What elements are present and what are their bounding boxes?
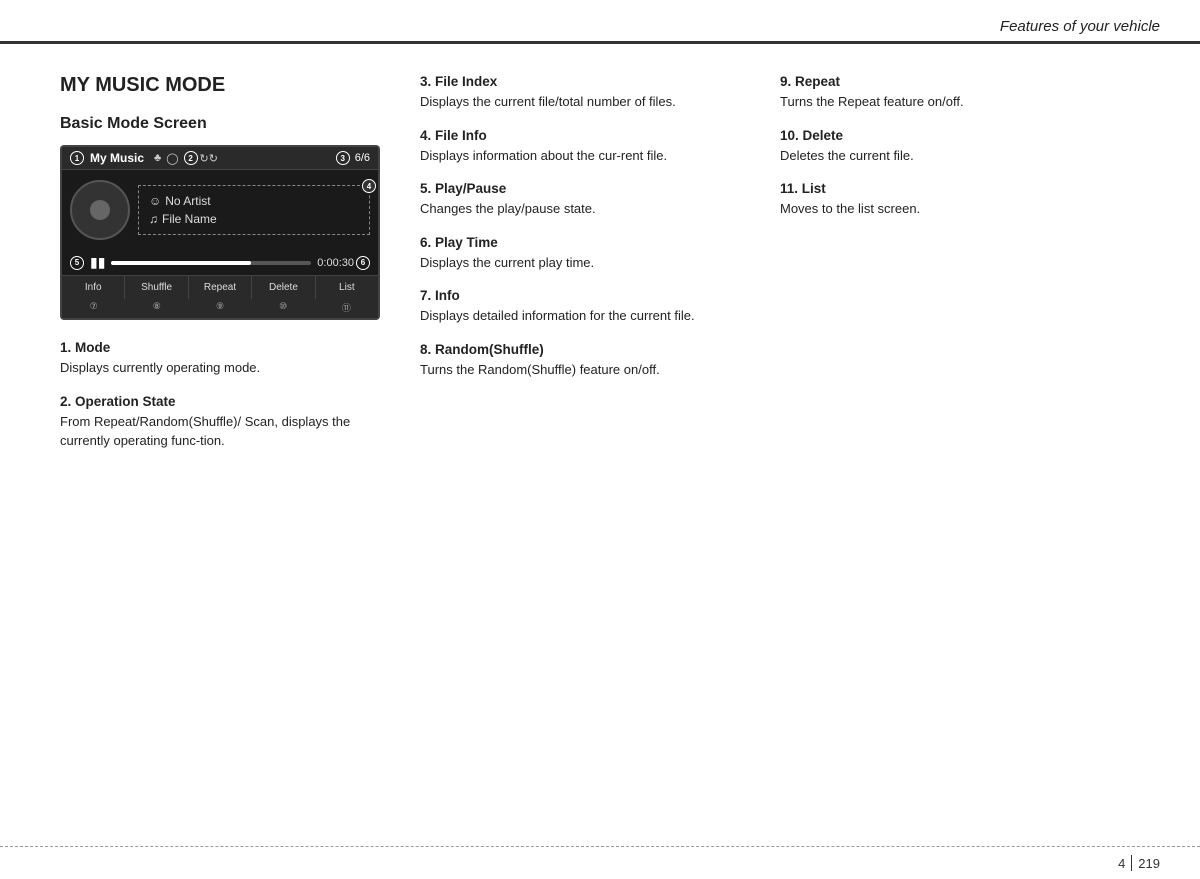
num1-badge: 1 [70,151,84,165]
desc-2: 2. Operation State From Repeat/Random(Sh… [60,394,390,451]
sub-title: Basic Mode Screen [60,115,390,133]
desc-7-text: Displays detailed information for the cu… [420,306,760,326]
desc-1-title: 1. Mode [60,340,390,355]
bluetooth-icon: ♣ [154,152,161,164]
album-art-inner [90,200,110,220]
mid-column: 3. File Index Displays the current file/… [420,74,780,467]
page-number: 4 219 [1118,855,1160,871]
artist-text: No Artist [165,194,210,208]
desc-7-title: 7. Info [420,288,760,303]
player-top-bar: 1 My Music ♣ ◯ 2 ↻↻ 3 6/6 [62,147,378,170]
desc-9: 9. Repeat Turns the Repeat feature on/of… [780,74,1140,112]
track-name: ♫ File Name [149,212,359,226]
desc-3-title: 3. File Index [420,74,760,89]
progress-bar [111,261,311,265]
player-controls: 5 ▮▮ 0:00:30 6 [62,250,378,275]
desc-8: 8. Random(Shuffle) Turns the Random(Shuf… [420,342,760,380]
settings-icon: ◯ [166,152,178,165]
btn-num-11: ⑪ [315,301,378,314]
player-screen: 1 My Music ♣ ◯ 2 ↻↻ 3 6/6 [60,145,380,320]
album-art [70,180,130,240]
person-icon: ☺ [149,194,161,208]
header-title: Features of your vehicle [1000,18,1160,35]
player-body: ☺ No Artist ♫ File Name 4 [62,170,378,250]
page-section: 4 [1118,856,1125,871]
desc-9-text: Turns the Repeat feature on/off. [780,92,1140,112]
track-artist: ☺ No Artist [149,194,359,208]
num5-badge: 5 [70,256,84,270]
time-display: 0:00:30 6 [317,256,370,270]
num2-badge: 2 [184,151,198,165]
repeat-button[interactable]: Repeat [189,276,252,299]
track-info-wrapper: ☺ No Artist ♫ File Name 4 [138,185,370,235]
btn-num-10: ⑩ [252,301,315,314]
desc-5-title: 5. Play/Pause [420,181,760,196]
num6-badge: 6 [356,256,370,270]
desc-2-title: 2. Operation State [60,394,390,409]
delete-button[interactable]: Delete [252,276,315,299]
desc-1-text: Displays currently operating mode. [60,358,390,378]
desc-3: 3. File Index Displays the current file/… [420,74,760,112]
desc-10-title: 10. Delete [780,128,1140,143]
track-info: ☺ No Artist ♫ File Name [138,185,370,235]
file-name-text: File Name [162,212,217,226]
desc-5-text: Changes the play/pause state. [420,199,760,219]
main-title: MY MUSIC MODE [60,74,390,97]
desc-4-text: Displays information about the cur-rent … [420,146,760,166]
music-icon: ♫ [149,212,158,226]
shuffle-button[interactable]: Shuffle [125,276,188,299]
player-mode-label: My Music [90,151,144,165]
desc-5: 5. Play/Pause Changes the play/pause sta… [420,181,760,219]
desc-6-title: 6. Play Time [420,235,760,250]
desc-11: 11. List Moves to the list screen. [780,181,1140,219]
desc-11-text: Moves to the list screen. [780,199,1140,219]
num3-badge: 3 [336,151,350,165]
desc-6: 6. Play Time Displays the current play t… [420,235,760,273]
player-buttons: Info Shuffle Repeat Delete List [62,275,378,299]
desc-3-text: Displays the current file/total number o… [420,92,760,112]
desc-1: 1. Mode Displays currently operating mod… [60,340,390,378]
num4-badge: 4 [362,179,376,193]
page-num-text: 219 [1138,856,1160,871]
info-button[interactable]: Info [62,276,125,299]
desc-4-title: 4. File Info [420,128,760,143]
btn-num-9: ⑨ [188,301,251,314]
page-footer: 4 219 [0,846,1200,879]
page-divider [1131,855,1132,871]
time-text: 0:00:30 [317,257,354,269]
left-column: MY MUSIC MODE Basic Mode Screen 1 My Mus… [60,74,420,467]
list-button[interactable]: List [316,276,378,299]
desc-7: 7. Info Displays detailed information fo… [420,288,760,326]
track-count-text: 6/6 [355,152,370,164]
desc-11-title: 11. List [780,181,1140,196]
track-count: 3 6/6 [336,151,370,165]
desc-10: 10. Delete Deletes the current file. [780,128,1140,166]
right-column: 9. Repeat Turns the Repeat feature on/of… [780,74,1140,467]
desc-6-text: Displays the current play time. [420,253,760,273]
btn-num-7: ⑦ [62,301,125,314]
desc-2-text: From Repeat/Random(Shuffle)/ Scan, displ… [60,412,390,451]
progress-fill [111,261,251,265]
desc-9-title: 9. Repeat [780,74,1140,89]
page-header: Features of your vehicle [0,18,1200,44]
play-pause-btn[interactable]: ▮▮ [90,254,105,271]
main-content: MY MUSIC MODE Basic Mode Screen 1 My Mus… [0,44,1200,487]
desc-10-text: Deletes the current file. [780,146,1140,166]
player-icons: ♣ ◯ 2 ↻↻ [154,151,218,165]
mode-text: My Music [90,151,144,165]
num2-group: 2 ↻↻ [184,151,218,165]
desc-8-title: 8. Random(Shuffle) [420,342,760,357]
repeat-icon: ↻↻ [200,152,218,165]
desc-4: 4. File Info Displays information about … [420,128,760,166]
button-numbers: ⑦ ⑧ ⑨ ⑩ ⑪ [62,299,378,318]
btn-num-8: ⑧ [125,301,188,314]
desc-8-text: Turns the Random(Shuffle) feature on/off… [420,360,760,380]
